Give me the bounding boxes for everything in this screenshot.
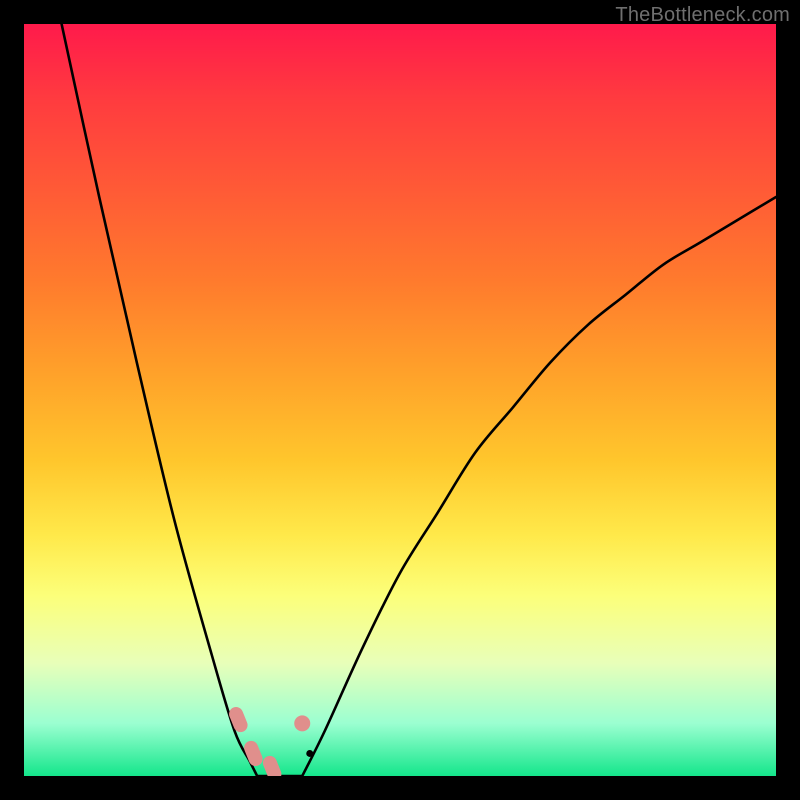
curve-layer bbox=[24, 24, 776, 776]
marker-pill-2 bbox=[261, 754, 284, 776]
marker-dot-4 bbox=[306, 750, 313, 757]
plot-area bbox=[24, 24, 776, 776]
chart-frame: TheBottleneck.com bbox=[0, 0, 800, 800]
series-group bbox=[62, 24, 776, 776]
marker-dot-3 bbox=[294, 715, 310, 731]
marker-group bbox=[227, 705, 313, 776]
series-right-branch bbox=[302, 197, 776, 776]
series-left-branch bbox=[62, 24, 258, 776]
